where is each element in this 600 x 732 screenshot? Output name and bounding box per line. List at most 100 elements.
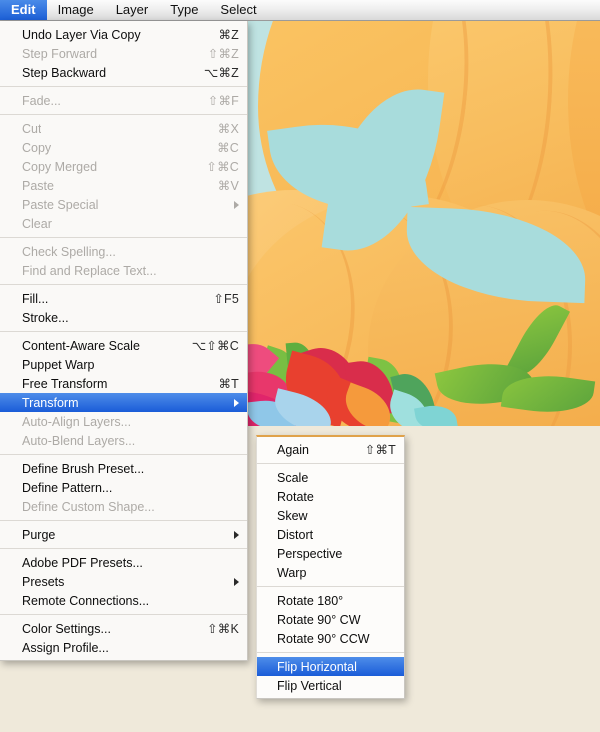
menu-separator <box>0 114 247 115</box>
transform-item-rotate[interactable]: Rotate <box>257 487 404 506</box>
edit-menu-item-cut: Cut⌘X <box>0 119 247 138</box>
menu-item-shortcut: ⇧⌘C <box>190 159 239 174</box>
edit-menu-item-auto-align-layers: Auto-Align Layers... <box>0 412 247 431</box>
menu-item-label: Auto-Align Layers... <box>22 415 131 429</box>
menu-separator <box>0 548 247 549</box>
edit-menu-item-step-backward[interactable]: Step Backward⌥⌘Z <box>0 63 247 82</box>
menu-item-shortcut: ⇧⌘K <box>191 621 239 636</box>
menu-item-label: Undo Layer Via Copy <box>22 28 141 42</box>
transform-item-flip-horizontal[interactable]: Flip Horizontal <box>257 657 404 676</box>
transform-submenu[interactable]: Again⇧⌘T Scale Rotate Skew Distort Perspectiv… <box>256 435 405 699</box>
transform-item-flip-vertical[interactable]: Flip Vertical <box>257 676 404 695</box>
menubar-item-edit[interactable]: Edit <box>0 0 47 20</box>
edit-menu-item-free-transform[interactable]: Free Transform ⌘T <box>0 374 247 393</box>
menu-item-label: Define Custom Shape... <box>22 500 155 514</box>
menu-item-shortcut: ⇧⌘Z <box>192 46 239 61</box>
edit-menu-item-check-spelling: Check Spelling... <box>0 242 247 261</box>
edit-menu-item-transform[interactable]: Transform <box>0 393 247 412</box>
menu-item-shortcut: ⌘T <box>202 376 239 391</box>
menu-item-label: Fill... <box>22 292 48 306</box>
menu-separator <box>0 331 247 332</box>
menu-item-label: Clear <box>22 217 52 231</box>
menu-item-shortcut: ⇧F5 <box>197 291 239 306</box>
canvas-bottom-gap <box>248 426 600 435</box>
edit-menu-item-paste-special: Paste Special <box>0 195 247 214</box>
menu-separator <box>257 463 404 464</box>
menu-separator <box>257 586 404 587</box>
submenu-arrow-icon <box>234 531 239 539</box>
edit-menu-item-content-aware-scale[interactable]: Content-Aware Scale ⌥⇧⌘C <box>0 336 247 355</box>
edit-menu-item-remote-connections[interactable]: Remote Connections... <box>0 591 247 610</box>
edit-menu-item-stroke[interactable]: Stroke... <box>0 308 247 327</box>
edit-menu-item-color-settings[interactable]: Color Settings... ⇧⌘K <box>0 619 247 638</box>
menu-item-label: Paste <box>22 179 54 193</box>
edit-menu-item-adobe-pdf-presets[interactable]: Adobe PDF Presets... <box>0 553 247 572</box>
edit-menu-item-find-and-replace-text: Find and Replace Text... <box>0 261 247 280</box>
menu-item-label: Free Transform <box>22 377 107 391</box>
edit-menu-item-purge[interactable]: Purge <box>0 525 247 544</box>
edit-menu-item-undo-layer-via-copy[interactable]: Undo Layer Via Copy⌘Z <box>0 25 247 44</box>
submenu-arrow-icon <box>234 399 239 407</box>
menu-item-label: Content-Aware Scale <box>22 339 140 353</box>
transform-item-warp[interactable]: Warp <box>257 563 404 582</box>
transform-item-scale[interactable]: Scale <box>257 468 404 487</box>
menubar-item-image[interactable]: Image <box>47 0 105 20</box>
menu-separator <box>0 454 247 455</box>
menubar-item-type[interactable]: Type <box>159 0 209 20</box>
menubar-item-layer[interactable]: Layer <box>105 0 160 20</box>
menu-item-label: Warp <box>277 566 306 580</box>
edit-menu-item-puppet-warp[interactable]: Puppet Warp <box>0 355 247 374</box>
menu-separator <box>0 614 247 615</box>
menu-item-label: Scale <box>277 471 308 485</box>
edit-menu-item-define-brush-preset[interactable]: Define Brush Preset... <box>0 459 247 478</box>
menu-item-label: Perspective <box>277 547 342 561</box>
menu-item-label: Copy Merged <box>22 160 97 174</box>
menu-item-label: Puppet Warp <box>22 358 95 372</box>
menu-item-label: Adobe PDF Presets... <box>22 556 143 570</box>
edit-menu-item-auto-blend-layers: Auto-Blend Layers... <box>0 431 247 450</box>
menubar-item-select[interactable]: Select <box>209 0 267 20</box>
menu-item-label: Purge <box>22 528 55 542</box>
menu-item-label: Paste Special <box>22 198 98 212</box>
edit-menu-item-step-forward: Step Forward ⇧⌘Z <box>0 44 247 63</box>
menu-separator <box>0 284 247 285</box>
menu-item-label: Rotate 90° CCW <box>277 632 370 646</box>
transform-item-rotate-90-ccw[interactable]: Rotate 90° CCW <box>257 629 404 648</box>
transform-item-rotate-180[interactable]: Rotate 180° <box>257 591 404 610</box>
edit-menu-item-fade: Fade...⇧⌘F <box>0 91 247 110</box>
menu-item-label: Skew <box>277 509 308 523</box>
edit-menu-item-define-pattern[interactable]: Define Pattern... <box>0 478 247 497</box>
menu-item-shortcut: ⌥⇧⌘C <box>176 338 239 353</box>
edit-menu-item-assign-profile[interactable]: Assign Profile... <box>0 638 247 657</box>
transform-item-skew[interactable]: Skew <box>257 506 404 525</box>
menu-item-label: Rotate 90° CW <box>277 613 361 627</box>
image-canvas[interactable] <box>248 0 600 426</box>
menu-item-label: Stroke... <box>22 311 69 325</box>
menu-item-label: Rotate <box>277 490 314 504</box>
menu-separator <box>0 86 247 87</box>
menu-item-shortcut: ⌘X <box>202 121 239 136</box>
transform-item-perspective[interactable]: Perspective <box>257 544 404 563</box>
transform-item-distort[interactable]: Distort <box>257 525 404 544</box>
menu-item-label: Step Forward <box>22 47 97 61</box>
edit-menu-item-define-custom-shape: Define Custom Shape... <box>0 497 247 516</box>
edit-menu-dropdown[interactable]: Undo Layer Via Copy⌘ZStep Forward⇧⌘ZStep… <box>0 21 248 661</box>
menu-item-label: Copy <box>22 141 51 155</box>
menu-item-label: Transform <box>22 396 79 410</box>
edit-menu-item-fill[interactable]: Fill... ⇧F5 <box>0 289 247 308</box>
menu-item-label: Distort <box>277 528 313 542</box>
menu-separator <box>0 520 247 521</box>
menu-item-label: Flip Horizontal <box>277 660 357 674</box>
menu-item-label: Assign Profile... <box>22 641 109 655</box>
menu-item-label: Presets <box>22 575 64 589</box>
menu-item-label: Step Backward <box>22 66 106 80</box>
submenu-arrow-icon <box>234 201 239 209</box>
menu-item-shortcut: ⇧⌘F <box>192 93 239 108</box>
menu-item-label: Define Brush Preset... <box>22 462 144 476</box>
transform-item-again[interactable]: Again⇧⌘T <box>257 440 404 459</box>
menu-item-label: Find and Replace Text... <box>22 264 157 278</box>
menu-item-label: Color Settings... <box>22 622 111 636</box>
edit-menu-item-presets[interactable]: Presets <box>0 572 247 591</box>
menu-item-shortcut: ⌘C <box>201 140 239 155</box>
transform-item-rotate-90-cw[interactable]: Rotate 90° CW <box>257 610 404 629</box>
